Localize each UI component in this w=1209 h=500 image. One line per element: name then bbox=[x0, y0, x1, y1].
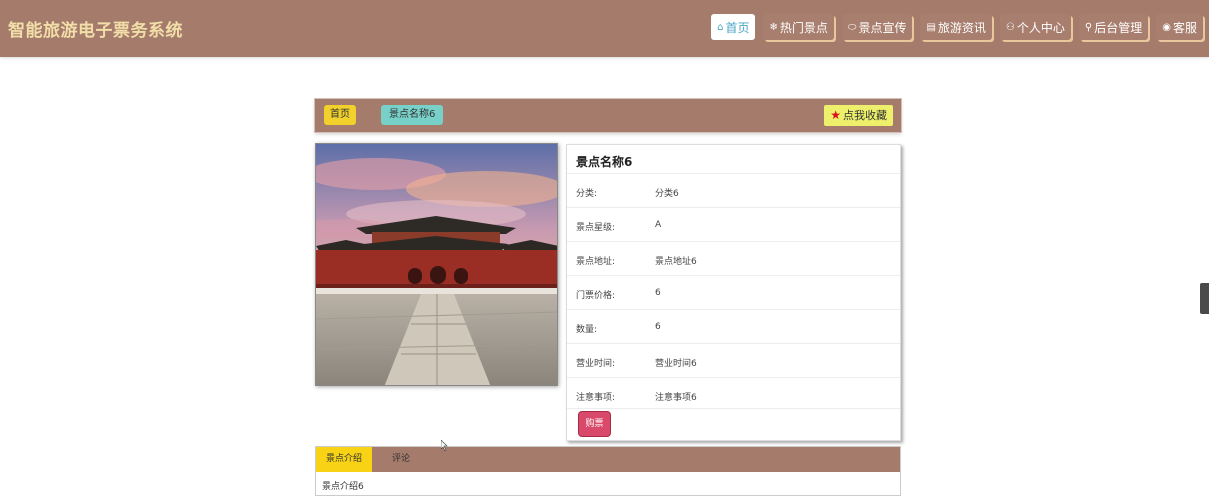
detail-key: 分类: bbox=[576, 189, 598, 199]
breadcrumb-current: 景点名称6 bbox=[381, 105, 444, 125]
tab-introduction[interactable]: 景点介绍 bbox=[316, 447, 372, 472]
nav-item-promotion[interactable]: ⬭ 景点宣传 bbox=[841, 14, 913, 40]
detail-value: 注意事项6 bbox=[655, 393, 697, 403]
favorite-label: 点我收藏 bbox=[843, 109, 887, 122]
main-nav: ⌂ 首页 ❄ 热门景点 ⬭ 景点宣传 ▤ 旅游资讯 ⚇ 个人中心 ⚲ 后台管理 … bbox=[711, 14, 1203, 40]
breadcrumb-home[interactable]: 首页 bbox=[324, 105, 356, 125]
forbidden-city-image bbox=[316, 144, 557, 385]
tab-comments[interactable]: 评论 bbox=[386, 447, 416, 472]
detail-row-category: 分类: 分类6 bbox=[567, 173, 900, 207]
detail-value: 6 bbox=[655, 288, 661, 298]
detail-row-opening-hours: 营业时间: 营业时间6 bbox=[567, 343, 900, 377]
nav-label: 首页 bbox=[725, 20, 750, 35]
favorite-button[interactable]: ★ 点我收藏 bbox=[824, 105, 893, 126]
nav-label: 旅游资讯 bbox=[937, 20, 986, 35]
nav-label: 景点宣传 bbox=[858, 20, 907, 35]
detail-key: 注意事项: bbox=[576, 393, 616, 403]
calendar-icon: ▤ bbox=[926, 21, 936, 33]
star-icon: ★ bbox=[830, 108, 841, 122]
detail-row-star-level: 景点星级: A bbox=[567, 207, 900, 241]
side-panel-toggle[interactable] bbox=[1200, 283, 1209, 314]
nav-label: 后台管理 bbox=[1094, 20, 1143, 35]
user-icon: ⚇ bbox=[1005, 21, 1015, 33]
detail-key: 景点星级: bbox=[576, 223, 616, 233]
detail-key: 景点地址: bbox=[576, 257, 616, 267]
detail-key: 营业时间: bbox=[576, 359, 616, 369]
detail-value: 分类6 bbox=[655, 189, 679, 199]
detail-tabs: 景点介绍 评论 景点介绍6 bbox=[315, 446, 901, 496]
site-brand: 智能旅游电子票务系统 bbox=[8, 21, 183, 41]
message-icon: ⬭ bbox=[847, 21, 857, 33]
detail-value: 6 bbox=[655, 322, 661, 332]
detail-row-address: 景点地址: 景点地址6 bbox=[567, 241, 900, 275]
detail-title: 景点名称6 bbox=[576, 155, 633, 169]
tab-content: 景点介绍6 bbox=[322, 482, 364, 492]
nav-item-news[interactable]: ▤ 旅游资讯 bbox=[920, 14, 992, 40]
nav-item-home[interactable]: ⌂ 首页 bbox=[711, 14, 756, 40]
detail-row-notes: 注意事项: 注意事项6 bbox=[567, 377, 900, 411]
breadcrumb: 首页 景点名称6 ★ 点我收藏 bbox=[315, 99, 901, 132]
support-icon: ◉ bbox=[1162, 21, 1171, 33]
tab-bar: 景点介绍 评论 bbox=[316, 447, 900, 472]
detail-row-quantity: 数量: 6 bbox=[567, 309, 900, 343]
detail-row-actions bbox=[567, 408, 900, 441]
nav-label: 个人中心 bbox=[1016, 20, 1065, 35]
detail-value: A bbox=[655, 220, 662, 230]
detail-value: 营业时间6 bbox=[655, 359, 697, 369]
nav-item-admin[interactable]: ⚲ 后台管理 bbox=[1078, 14, 1149, 40]
detail-key: 门票价格: bbox=[576, 291, 616, 301]
top-navbar: 智能旅游电子票务系统 ⌂ 首页 ❄ 热门景点 ⬭ 景点宣传 ▤ 旅游资讯 ⚇ 个… bbox=[0, 0, 1209, 57]
home-icon: ⌂ bbox=[717, 21, 724, 33]
snowflake-icon: ❄ bbox=[769, 21, 778, 33]
nav-label: 热门景点 bbox=[779, 20, 828, 35]
mouse-cursor-icon bbox=[441, 440, 448, 451]
buy-ticket-button[interactable]: 购票 bbox=[579, 412, 610, 436]
nav-item-hot-spots[interactable]: ❄ 热门景点 bbox=[763, 14, 834, 40]
scenic-spot-photo bbox=[315, 143, 558, 386]
nav-item-support[interactable]: ◉ 客服 bbox=[1156, 14, 1203, 40]
detail-value: 景点地址6 bbox=[655, 257, 697, 267]
link-icon: ⚲ bbox=[1084, 21, 1093, 33]
detail-row-ticket-price: 门票价格: 6 bbox=[567, 275, 900, 309]
detail-key: 数量: bbox=[576, 325, 598, 335]
scenic-spot-details: 景点名称6 分类: 分类6 景点星级: A 景点地址: 景点地址6 门票价格: … bbox=[566, 144, 901, 441]
nav-label: 客服 bbox=[1172, 20, 1197, 35]
nav-item-profile[interactable]: ⚇ 个人中心 bbox=[999, 14, 1071, 40]
